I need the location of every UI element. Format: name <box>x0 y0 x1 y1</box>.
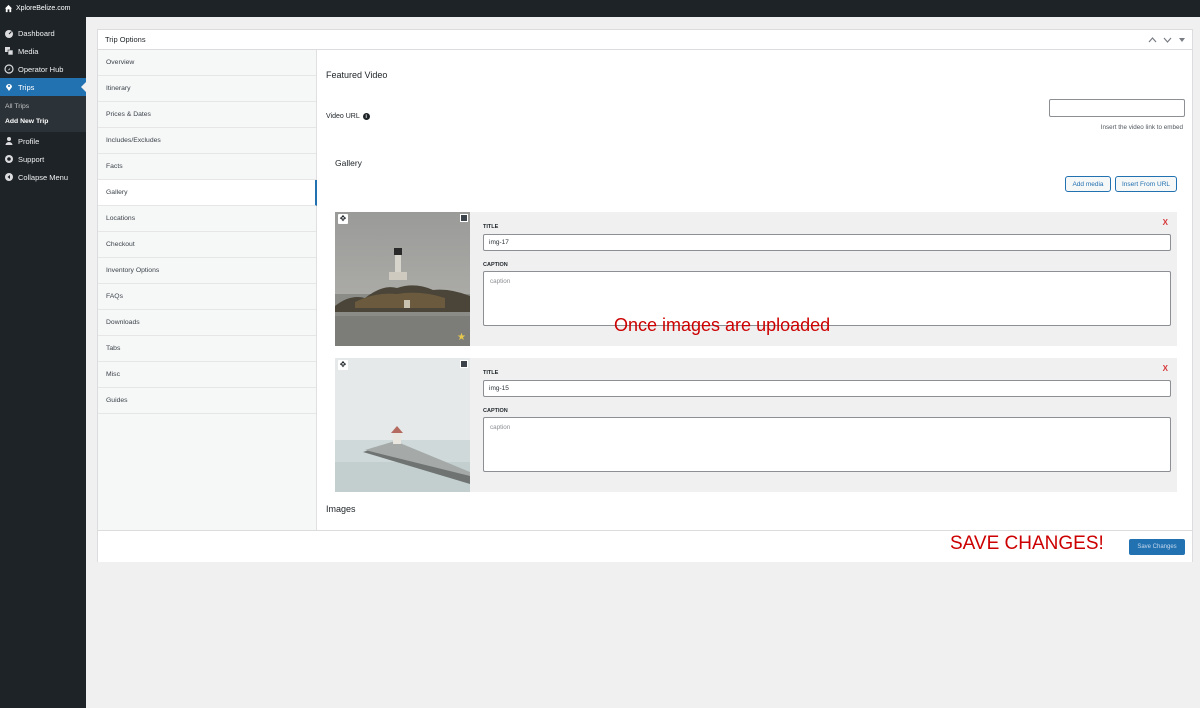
gallery-heading: Gallery <box>335 158 362 168</box>
sidebar-item-operator-hub[interactable]: Operator Hub <box>0 60 86 78</box>
caption-label: CAPTION <box>483 262 508 268</box>
submenu-all-trips[interactable]: All Trips <box>0 99 86 114</box>
admin-bar: XploreBelize.com <box>0 0 1200 17</box>
sidebar-item-media[interactable]: Media <box>0 42 86 60</box>
operator-hub-icon <box>4 64 14 74</box>
tab-downloads[interactable]: Downloads <box>98 310 316 336</box>
admin-sidebar: Dashboard Media Operator Hub Trips All T… <box>0 17 86 708</box>
tab-faqs[interactable]: FAQs <box>98 284 316 310</box>
edit-image-icon[interactable] <box>460 360 468 368</box>
tab-locations[interactable]: Locations <box>98 206 316 232</box>
sidebar-item-label: Operator Hub <box>18 64 64 74</box>
tab-facts[interactable]: Facts <box>98 154 316 180</box>
tab-overview[interactable]: Overview <box>98 50 316 76</box>
remove-image-button[interactable]: X <box>1163 364 1168 373</box>
panel-title: Trip Options <box>105 35 146 44</box>
save-changes-button[interactable]: Save Changes <box>1129 539 1185 555</box>
sidebar-item-profile[interactable]: Profile <box>0 132 86 150</box>
tab-includes-excludes[interactable]: Includes/Excludes <box>98 128 316 154</box>
tab-guides[interactable]: Guides <box>98 388 316 414</box>
sidebar-item-label: Trips <box>18 82 35 92</box>
annotation-uploaded-note: Once images are uploaded <box>614 315 831 335</box>
sidebar-item-label: Support <box>18 154 45 164</box>
insert-from-url-button[interactable]: Insert From URL <box>1115 176 1177 192</box>
sidebar-item-label: Profile <box>18 136 40 146</box>
featured-star-icon[interactable]: ★ <box>457 333 466 343</box>
chevron-down-icon[interactable] <box>1163 36 1172 44</box>
trips-submenu: All Trips Add New Trip <box>0 96 86 132</box>
tab-gallery[interactable]: Gallery <box>98 180 317 206</box>
title-label: TITLE <box>483 370 499 376</box>
video-url-input[interactable] <box>1049 99 1185 117</box>
image-title-input[interactable]: img-15 <box>483 380 1171 397</box>
tab-prices-dates[interactable]: Prices & Dates <box>98 102 316 128</box>
edit-image-icon[interactable] <box>460 214 468 222</box>
info-icon[interactable]: i <box>362 113 370 120</box>
images-heading: Images <box>326 504 356 514</box>
tab-checkout[interactable]: Checkout <box>98 232 316 258</box>
drag-handle-icon[interactable]: ✥ <box>338 214 348 224</box>
title-label: TITLE <box>483 224 499 230</box>
sidebar-item-collapse-menu[interactable]: Collapse Menu <box>0 168 86 186</box>
tab-misc[interactable]: Misc <box>98 362 316 388</box>
gallery-thumbnail-pier[interactable]: ✥ <box>335 358 470 492</box>
sidebar-item-label: Collapse Menu <box>18 172 69 182</box>
drag-handle-icon[interactable]: ✥ <box>338 360 348 370</box>
gallery-item: ✥ X TITLE img-15 CAPTION caption <box>335 358 1177 492</box>
tab-itinerary[interactable]: Itinerary <box>98 76 316 102</box>
sidebar-item-dashboard[interactable]: Dashboard <box>0 24 86 42</box>
annotation-save-note: SAVE CHANGES! <box>950 533 1104 554</box>
panel-header: Trip Options <box>98 30 1192 50</box>
home-icon[interactable] <box>4 4 13 13</box>
image-caption-textarea[interactable]: caption <box>483 417 1171 472</box>
remove-image-button[interactable]: X <box>1163 218 1168 227</box>
tab-inventory-options[interactable]: Inventory Options <box>98 258 316 284</box>
user-icon <box>5 137 13 145</box>
gallery-tab-content: Featured Video Video URL i Insert the vi… <box>318 50 1192 530</box>
trip-options-tabs: Overview Itinerary Prices & Dates Includ… <box>98 50 317 530</box>
collapse-icon <box>5 173 13 181</box>
dashboard-icon <box>5 30 13 38</box>
sidebar-item-trips[interactable]: Trips <box>0 78 86 96</box>
image-title-input[interactable]: img-17 <box>483 234 1171 251</box>
location-pin-icon <box>6 84 12 91</box>
collapse-caret-icon[interactable] <box>1178 36 1186 44</box>
gallery-thumbnail-lighthouse[interactable]: ✥ ★ <box>335 212 470 346</box>
submenu-add-new-trip[interactable]: Add New Trip <box>0 114 86 129</box>
trip-options-panel: Trip Options Overview Itinerary Prices &… <box>97 29 1193 562</box>
media-icon <box>5 47 14 56</box>
lifebuoy-icon <box>5 155 13 163</box>
featured-video-heading: Featured Video <box>326 70 388 80</box>
caption-label: CAPTION <box>483 408 508 414</box>
sidebar-item-label: Dashboard <box>18 28 55 38</box>
sidebar-item-label: Media <box>18 46 39 56</box>
video-url-label-text: Video URL <box>326 113 360 120</box>
video-url-hint: Insert the video link to embed <box>1100 124 1183 131</box>
chevron-up-icon[interactable] <box>1148 36 1157 44</box>
site-name-link[interactable]: XploreBelize.com <box>16 5 70 12</box>
tab-tabs[interactable]: Tabs <box>98 336 316 362</box>
sidebar-item-support[interactable]: Support <box>0 150 86 168</box>
video-url-label: Video URL i <box>326 113 370 120</box>
add-media-button[interactable]: Add media <box>1065 176 1111 192</box>
